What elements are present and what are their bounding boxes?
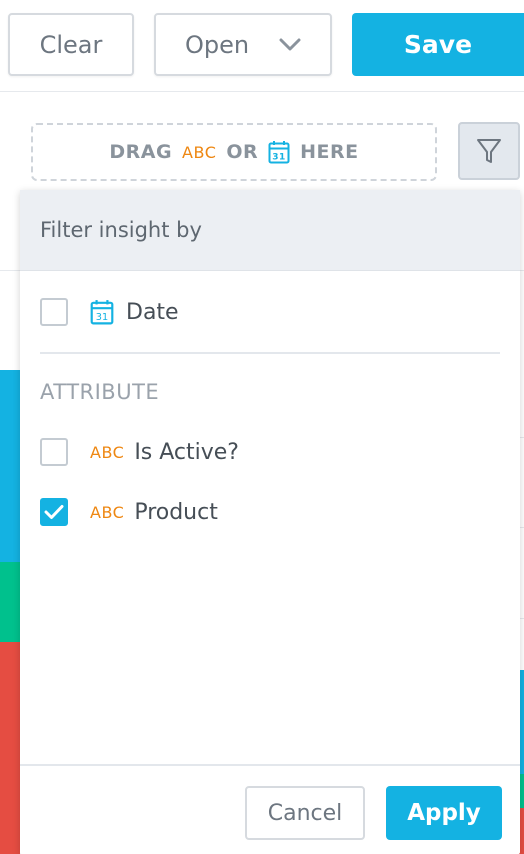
panel-title: Filter insight by: [40, 218, 202, 242]
cancel-button-label: Cancel: [267, 800, 343, 826]
chevron-down-icon: [279, 38, 301, 50]
apply-button[interactable]: Apply: [386, 786, 502, 840]
save-button[interactable]: Save: [352, 13, 524, 76]
filter-panel: Filter insight by 31 Date ATTRIBUTE ABC …: [20, 190, 520, 854]
filter-drop-zone[interactable]: DRAG ABC OR 31 HERE: [31, 123, 437, 181]
bg-gridline: [0, 270, 20, 271]
panel-header: Filter insight by: [20, 190, 520, 271]
attribute-label: Is Active?: [134, 439, 239, 465]
open-button-label: Open: [184, 30, 250, 59]
funnel-icon: [477, 139, 501, 163]
chart-bar-segment: [0, 370, 20, 562]
attribute-item-is-active[interactable]: ABC Is Active?: [40, 438, 239, 466]
product-checkbox[interactable]: [40, 498, 68, 526]
abc-attribute-icon: ABC: [90, 442, 125, 462]
chart-bar-segment: [0, 642, 20, 854]
abc-attribute-icon: ABC: [182, 142, 217, 162]
calendar-icon: 31: [268, 141, 290, 164]
date-checkbox[interactable]: [40, 298, 68, 326]
calendar-number: 31: [272, 153, 286, 163]
panel-footer-divider: [20, 764, 520, 766]
top-toolbar: Clear Open Save: [0, 0, 524, 92]
app-screen: Clear Open Save DRAG ABC OR 31 HERE Filt…: [0, 0, 524, 854]
dropzone-drag-text: DRAG: [109, 141, 173, 163]
dropzone-or-text: OR: [226, 141, 259, 163]
cancel-button[interactable]: Cancel: [245, 786, 365, 840]
date-filter-item[interactable]: 31 Date: [40, 298, 179, 326]
clear-button-label: Clear: [39, 30, 103, 59]
calendar-number: 31: [96, 312, 108, 323]
checkmark-icon: [44, 505, 64, 519]
attribute-label: Product: [134, 499, 218, 525]
divider: [40, 352, 500, 354]
filter-toggle-button[interactable]: [458, 122, 520, 180]
date-label: Date: [126, 299, 179, 325]
save-button-label: Save: [403, 30, 473, 59]
calendar-icon: 31: [90, 300, 114, 325]
chart-bar-segment: [0, 562, 20, 642]
is-active-checkbox[interactable]: [40, 438, 68, 466]
attribute-section-title: ATTRIBUTE: [40, 380, 160, 404]
abc-attribute-icon: ABC: [90, 502, 125, 522]
dropzone-here-text: HERE: [300, 141, 359, 163]
attribute-item-product[interactable]: ABC Product: [40, 498, 218, 526]
open-dropdown-button[interactable]: Open: [154, 13, 332, 76]
apply-button-label: Apply: [407, 800, 481, 826]
clear-button[interactable]: Clear: [8, 13, 134, 76]
